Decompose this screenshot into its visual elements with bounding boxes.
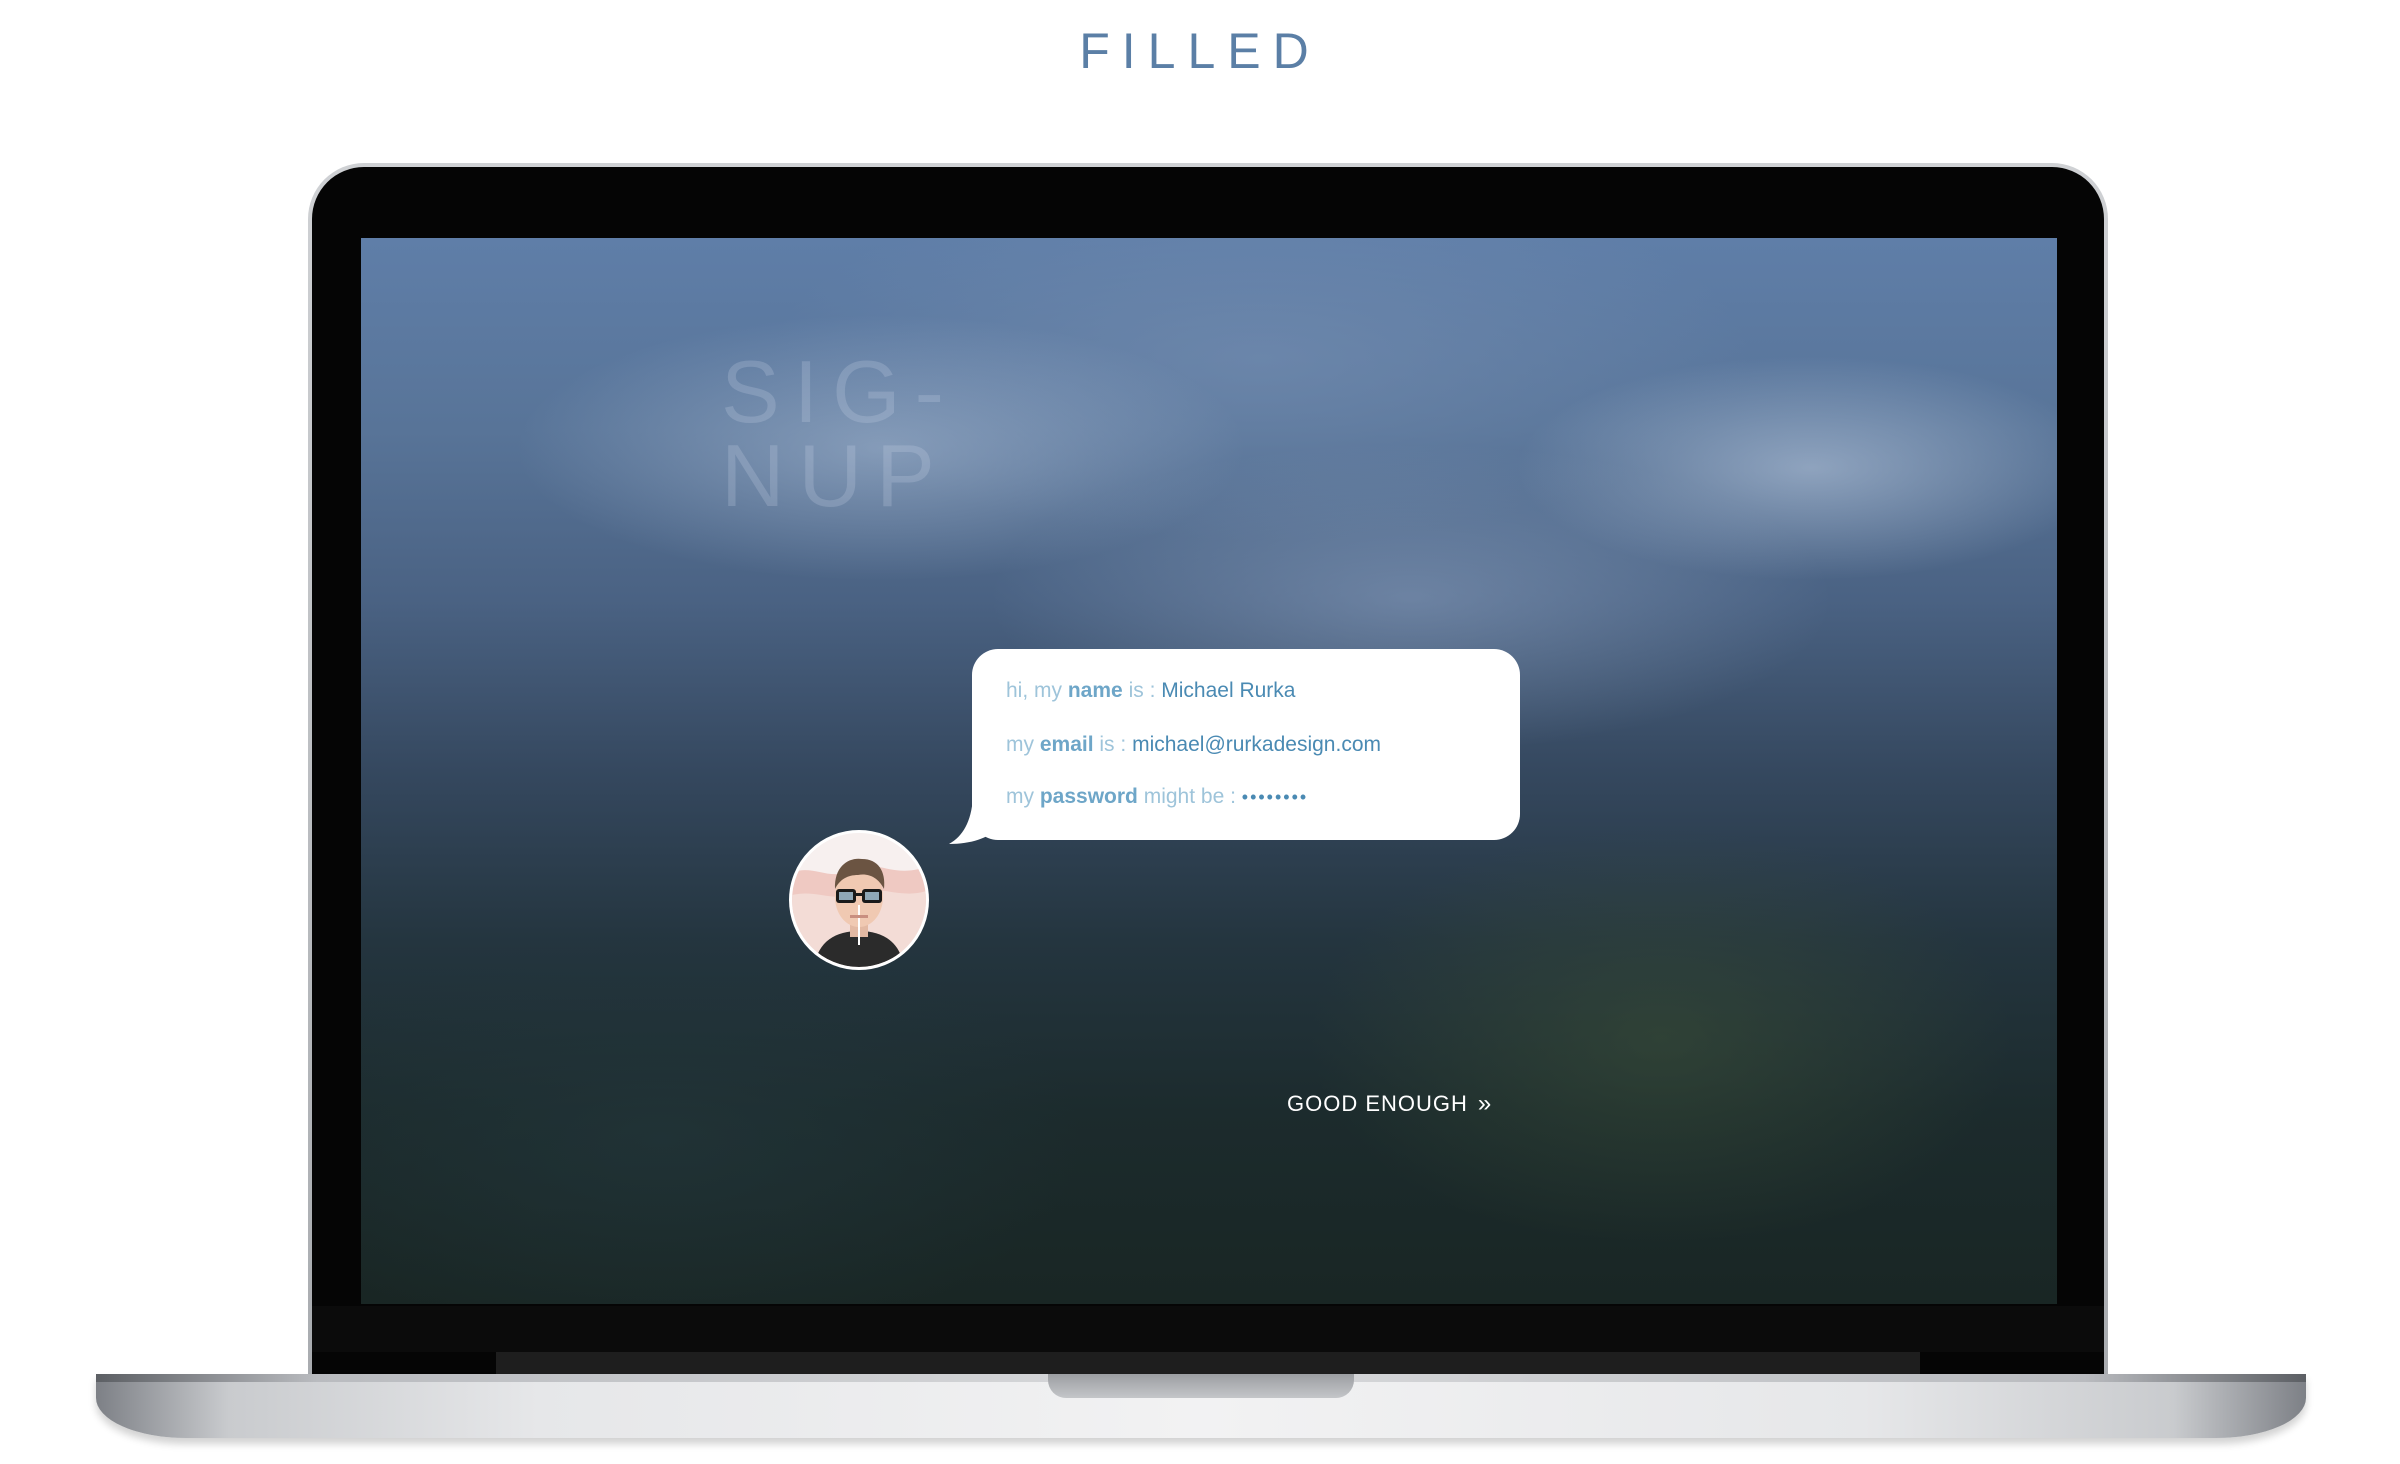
user-avatar-icon xyxy=(792,833,926,967)
good-enough-button[interactable]: GOOD ENOUGH » xyxy=(1287,1090,1492,1118)
page-heading: FILLED xyxy=(1079,23,1321,79)
name-prefix: hi, my xyxy=(1006,679,1063,702)
email-connector: is : xyxy=(1099,733,1127,756)
password-prefix: my xyxy=(1006,785,1034,808)
name-keyword: name xyxy=(1067,679,1123,702)
laptop-hinge xyxy=(496,1352,1920,1374)
name-connector: is : xyxy=(1128,679,1156,702)
double-chevron-right-icon: » xyxy=(1477,1090,1493,1117)
password-value[interactable]: •••••••• xyxy=(1242,787,1308,807)
page: FILLED SIG- NUP hi, my name is : Michael… xyxy=(0,0,2400,1464)
email-keyword: email xyxy=(1039,733,1094,756)
password-connector: might be : xyxy=(1143,785,1236,808)
password-keyword: password xyxy=(1039,785,1138,808)
email-prefix: my xyxy=(1006,733,1034,756)
name-value[interactable]: Michael Rurka xyxy=(1161,679,1295,702)
laptop-screen: SIG- NUP hi, my name is : Michael Rurka … xyxy=(361,238,2057,1304)
laptop-opening-notch xyxy=(1048,1374,1354,1398)
email-value[interactable]: michael@rurkadesign.com xyxy=(1132,733,1381,756)
email-field[interactable]: my email is : michael@rurkadesign.com xyxy=(1006,733,1381,757)
password-field[interactable]: my password might be : •••••••• xyxy=(1006,785,1308,809)
signup-title: SIG- NUP xyxy=(721,342,958,525)
avatar xyxy=(789,830,929,970)
name-field[interactable]: hi, my name is : Michael Rurka xyxy=(1006,679,1295,703)
laptop-chin xyxy=(312,1306,2104,1352)
good-enough-label: GOOD ENOUGH xyxy=(1287,1091,1468,1116)
signup-form-bubble: hi, my name is : Michael Rurka my email … xyxy=(972,649,1520,840)
